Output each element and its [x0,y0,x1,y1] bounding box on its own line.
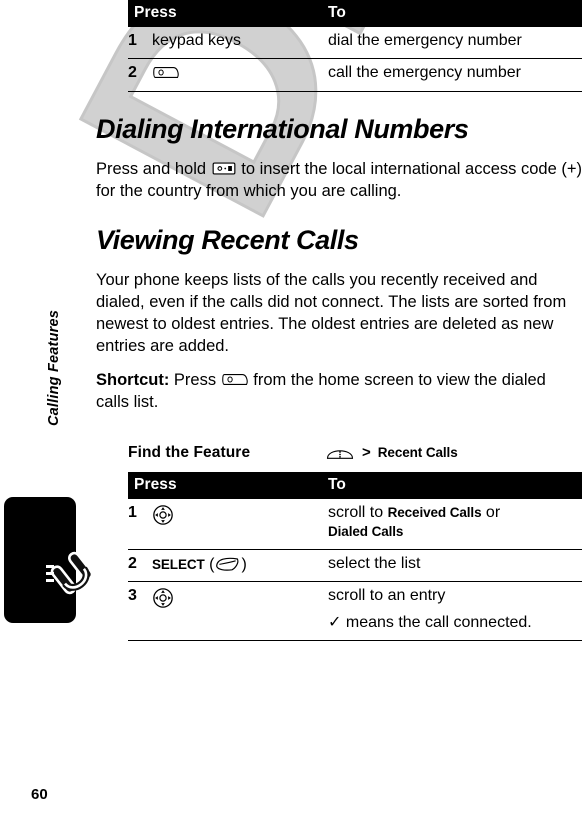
emergency-steps-table: Press To 1 keypad keys dial the emergenc… [128,0,582,93]
table-header-press: Press [128,0,177,28]
step-press: keypad keys [152,27,328,60]
send-key-icon [221,373,248,385]
checkmark-icon: ✓ [328,614,342,632]
step-number: 3 [128,581,152,642]
step-to-middle: or [481,503,501,521]
step-number: 2 [128,549,152,583]
step-to-note: means the call connected. [345,614,532,632]
find-the-feature-row: Find the Feature > Recent Calls [128,444,582,462]
step-to-option-1: Received Calls [387,504,482,520]
navigation-key-icon [153,588,173,609]
recent-calls-paragraph: Your phone keeps lists of the calls you … [96,270,567,355]
step-to: scroll to an entry ✓ means the call conn… [328,581,582,642]
table-row: 1 scroll to Received Calls or Dialed Call… [128,498,582,550]
step-to-option-2: Dialed Calls [328,523,404,539]
find-the-feature-path: > Recent Calls [325,444,458,461]
table-row: 2 SELECT ( ) select the list [128,549,582,583]
table-header-press: Press [128,471,177,499]
softkey-icon [216,557,239,571]
step-press [152,498,328,550]
table-header-row: Press To [128,471,582,499]
international-paragraph: Press and hold to insert the local inter… [96,159,582,203]
recent-calls-steps-table: Press To 1 scroll to Received Calls or D… [128,471,582,642]
chapter-tab [4,497,94,623]
step-number: 1 [128,27,152,60]
table-header-to: To [328,0,582,28]
step-press: SELECT ( ) [152,549,328,583]
step-press [152,581,328,642]
step-to: call the emergency number [328,58,582,93]
navigation-key-icon [153,505,173,525]
shortcut-paragraph: Shortcut: Press from the home screen to … [96,370,582,414]
table-header-to: To [328,471,582,499]
softkey-paren: ( ) [209,555,247,573]
step-to-prefix: scroll to [328,503,388,521]
softkey-label: SELECT [152,556,205,572]
step-number: 2 [128,58,152,93]
page-number: 60 [31,786,48,803]
step-to: select the list [328,549,582,583]
page-title-international: Dialing International Numbers [96,114,469,145]
step-press [152,58,328,93]
international-text-before: Press and hold [96,160,211,179]
manual-page: Calling Features 60 Press To 1 keypad ke… [0,0,582,823]
path-separator: > [362,444,371,462]
table-row: 3 scroll to an entry ✓ means the call co… [128,581,582,642]
shortcut-text-before: Press [169,370,221,389]
step-to: dial the emergency number [328,27,582,60]
send-key-icon [153,67,179,79]
table-row: 2 call the emergency number [128,58,582,93]
phone-handset-icon [46,551,94,595]
step-to-prefix: scroll to an entry [328,587,446,605]
zero-key-icon [212,162,236,175]
table-header-row: Press To [128,0,582,28]
content-column: Press To 1 keypad keys dial the emergenc… [96,0,582,642]
page-title-recent-calls: Viewing Recent Calls [96,224,359,255]
find-the-feature-label: Find the Feature [128,443,251,461]
chapter-label: Calling Features [46,310,62,427]
path-target: Recent Calls [377,445,458,461]
step-to: scroll to Received Calls or Dialed Calls [328,498,582,550]
step-number: 1 [128,498,152,550]
shortcut-label: Shortcut: [96,370,170,389]
table-row: 1 keypad keys dial the emergency number [128,27,582,60]
menu-key-icon [326,450,354,459]
